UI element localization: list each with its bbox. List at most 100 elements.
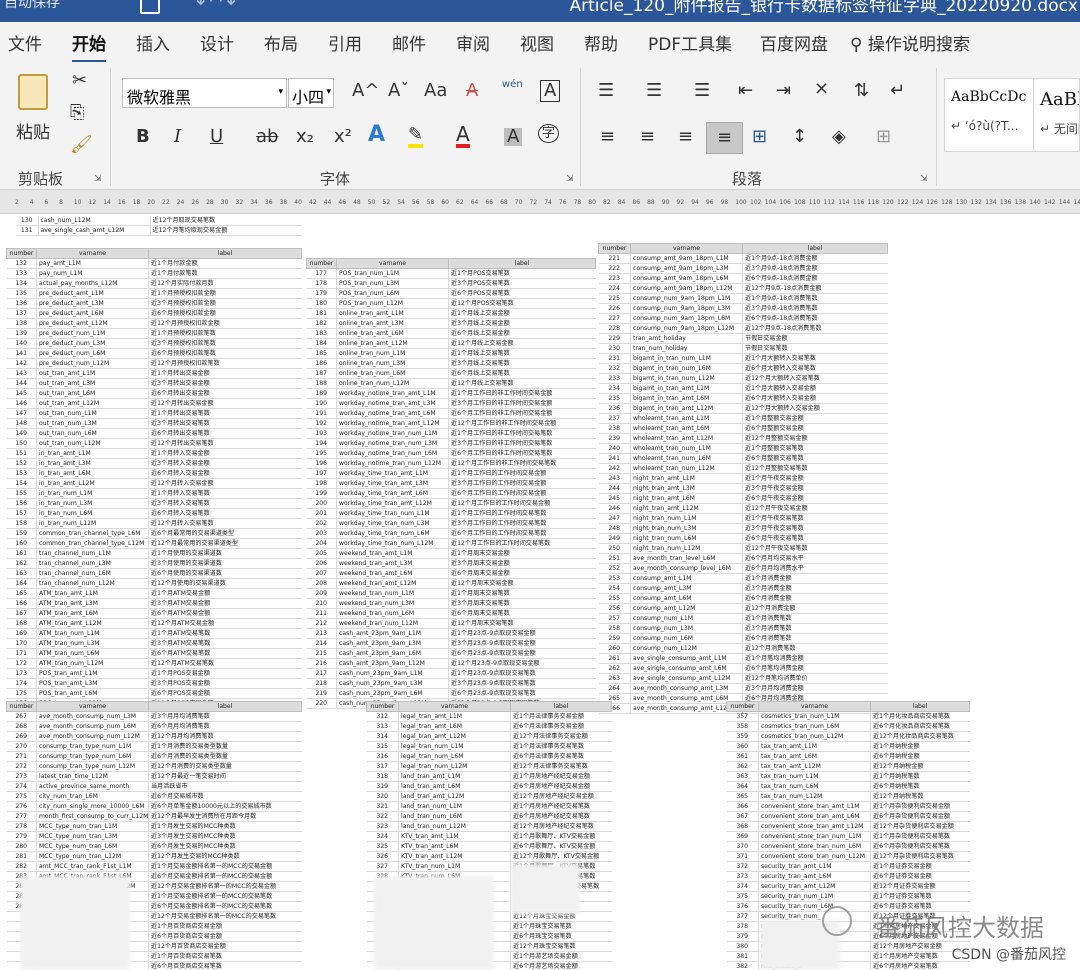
ruler-tick-label: 90: [661, 199, 670, 206]
tab-help[interactable]: 帮助: [584, 30, 618, 55]
row-varname: workday_notime_tran_amt_L3M: [336, 398, 449, 409]
sort-icon[interactable]: ⇅: [854, 82, 869, 100]
tab-design[interactable]: 设计: [200, 30, 234, 55]
table-row: 145 out_tran_amt_L6M 近6个月转出交易金额: [6, 388, 302, 399]
tab-references[interactable]: 引用: [328, 30, 362, 55]
divider: [936, 68, 937, 186]
row-varname: convenient_store_tran_amt_L12M: [758, 821, 871, 832]
tell-me-search[interactable]: ⚲ 操作说明搜索: [850, 30, 970, 55]
subscript-button[interactable]: x₂: [296, 128, 314, 146]
autosave-toggle[interactable]: 自动保存: [4, 0, 60, 12]
table-row: 238 wholeamt_tran_amt_L6M 近6个月整额交易金额: [598, 423, 888, 434]
clear-format-button[interactable]: A: [466, 82, 478, 100]
phonetic-guide-button[interactable]: wén: [502, 80, 523, 90]
row-label: 近3个月午夜交易金额: [742, 483, 888, 494]
row-varname: workday_time_tran_amt_L1M: [336, 468, 449, 479]
tab-file[interactable]: 文件: [8, 30, 42, 55]
line-spacing-icon[interactable]: ↕: [792, 128, 807, 146]
justify-icon[interactable]: ≡: [706, 122, 744, 154]
change-case-button[interactable]: Aa: [424, 82, 447, 100]
style-normal[interactable]: AaBbCcDc ↵ ‘ó?ù(?T...: [944, 78, 1034, 152]
clipboard-launcher-icon[interactable]: ⇲: [94, 174, 102, 184]
paste-button[interactable]: 粘贴: [10, 68, 58, 148]
underline-button[interactable]: U: [210, 128, 223, 146]
table-row: 322 land_tran_num_L6M 近6个月房地产经纪交易笔数: [366, 811, 612, 822]
tab-layout[interactable]: 布局: [264, 30, 298, 55]
row-varname: ATM_tran_amt_L6M: [36, 608, 149, 619]
multilevel-list-icon[interactable]: ☰: [694, 82, 710, 100]
row-number: 200: [306, 498, 337, 509]
row-varname: out_tran_amt_L1M: [36, 368, 149, 379]
font-size-input[interactable]: 小四 ▾: [288, 78, 334, 108]
row-label: 近6个月周末交易笔数: [448, 608, 596, 619]
row-label: 近6个月整额交易金额: [742, 423, 888, 434]
superscript-button[interactable]: x²: [334, 128, 352, 146]
increase-indent-icon[interactable]: ⇥: [776, 82, 791, 100]
show-marks-icon[interactable]: ↵: [890, 82, 905, 100]
ruler-tick-label: 70: [514, 199, 523, 206]
enclose-characters-button[interactable]: 字: [538, 124, 560, 143]
tab-mailings[interactable]: 邮件: [392, 30, 426, 55]
table-row: 173 POS_tran_amt_L1M 近1个月POS交易金额: [6, 668, 302, 679]
copy-icon[interactable]: ⎘: [70, 104, 84, 122]
cut-icon[interactable]: ✂: [72, 72, 87, 90]
borders-icon[interactable]: ⊞: [876, 128, 891, 146]
font-name-input[interactable]: 微软雅黑 ▾: [122, 78, 287, 108]
bold-button[interactable]: B: [136, 128, 150, 146]
tab-home[interactable]: 开始: [72, 30, 106, 63]
ruler-tick-label: 68: [500, 199, 508, 206]
italic-button[interactable]: I: [174, 128, 181, 146]
tab-pdf-tools[interactable]: PDF工具集: [648, 30, 732, 55]
row-number: 196: [306, 458, 337, 469]
align-center-icon[interactable]: ≡: [640, 128, 655, 146]
row-number: 174: [6, 678, 37, 689]
row-varname: legal_tran_num_L1M: [398, 741, 511, 752]
font-launcher-icon[interactable]: ⇲: [566, 174, 574, 184]
row-varname: consump_amt_9am_18pm_L6M: [630, 273, 743, 284]
table-row: 369 convenient_store_tran_num_L1M 近1个月杂货便利…: [726, 831, 970, 842]
row-varname: cash_num_23pm_9am_L1M: [336, 668, 449, 679]
text-effects-icon[interactable]: A: [368, 124, 385, 146]
shrink-font-button[interactable]: Aˇ: [388, 82, 409, 100]
paragraph-shading-icon[interactable]: ◈: [832, 128, 846, 146]
table-row: 370 convenient_store_tran_num_L6M 近6个月杂货便利…: [726, 841, 970, 852]
table-row: 320 land_tran_amt_L12M 近12个月房地产经纪交易金额: [366, 791, 612, 802]
character-border-button[interactable]: A: [540, 80, 561, 102]
row-label: 近6个月ATM交易笔数: [148, 648, 302, 659]
numbering-icon[interactable]: ☰: [646, 82, 662, 100]
row-label: 近1个月9点-18点消费笔数: [742, 293, 888, 304]
highlight-icon[interactable]: ✎: [408, 126, 424, 148]
column-header: label: [448, 258, 596, 269]
chinese-layout-icon[interactable]: ⨯: [814, 80, 829, 98]
grow-font-button[interactable]: A^: [352, 82, 379, 100]
tab-review[interactable]: 审阅: [456, 30, 490, 55]
row-number: 313: [366, 721, 399, 732]
tab-insert[interactable]: 插入: [136, 30, 170, 55]
paragraph-launcher-icon[interactable]: ⇲: [920, 174, 928, 184]
row-number: 145: [6, 388, 37, 399]
row-varname: ave_single_consump_amt_L6M: [630, 663, 743, 674]
distributed-icon[interactable]: ⊞: [752, 128, 767, 146]
tab-view[interactable]: 视图: [520, 30, 554, 55]
bullets-icon[interactable]: ☰: [598, 82, 614, 100]
row-label: 近1个月消费笔数: [742, 613, 888, 624]
align-right-icon[interactable]: ≡: [678, 128, 693, 146]
tab-baidu-netdisk[interactable]: 百度网盘: [760, 30, 828, 55]
align-left-icon[interactable]: ≡: [600, 128, 615, 146]
row-number: 324: [366, 831, 399, 842]
ruler-tick-label: 2: [15, 199, 19, 206]
strikethrough-button[interactable]: ab: [256, 128, 278, 146]
shading-icon[interactable]: A: [504, 128, 523, 146]
table-row: 313 legal_tran_amt_L6M 近6个月法律事务交易金额: [366, 721, 612, 732]
row-varname: night_tran_num_L6M: [630, 533, 743, 544]
table-row: 282 amt_MCC_tran_rank_F1st_L1M 近1个月交易金额排名第…: [6, 861, 302, 872]
decrease-indent-icon[interactable]: ⇤: [738, 82, 753, 100]
row-label: 近1个月歌舞厅、KTV交易金额: [510, 831, 612, 842]
table-row: 359 cosmetics_tran_num_L12M 近12个月化妆品商店交易笔数: [726, 731, 970, 742]
style-no-spacing[interactable]: AaBb ↵ 无间隔: [1034, 78, 1080, 152]
undo-icon[interactable]: ↶ ↷: [196, 0, 236, 14]
row-number: 272: [6, 761, 37, 772]
font-color-icon[interactable]: A: [456, 124, 470, 148]
format-painter-icon[interactable]: 🖌: [70, 136, 93, 154]
save-icon[interactable]: [140, 0, 160, 14]
